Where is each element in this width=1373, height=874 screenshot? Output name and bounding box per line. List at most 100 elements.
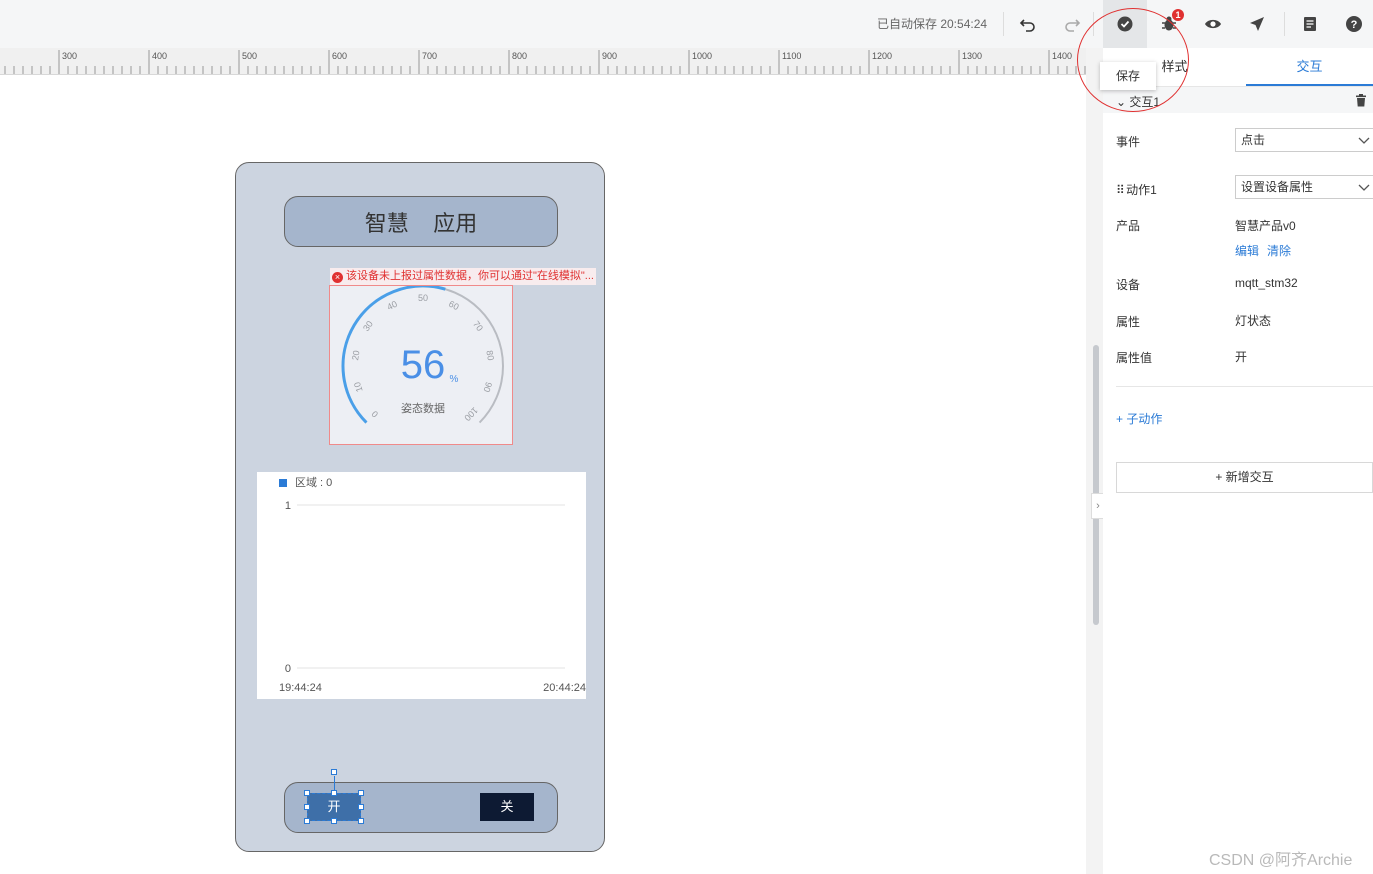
preview-eye-icon: [1205, 19, 1221, 29]
resize-handle-e[interactable]: [358, 804, 364, 810]
preview-button[interactable]: [1201, 12, 1225, 36]
event-select[interactable]: 点击: [1235, 128, 1373, 152]
toolbar-divider: [1284, 12, 1285, 36]
rotate-handle[interactable]: [331, 769, 337, 775]
line-chart: 区域 : 0 1 0 19:44:24 20:44:24: [279, 476, 586, 694]
device-warning-text: 该设备未上报过属性数据，你可以通过"在线模拟"...: [346, 270, 594, 282]
gauge-value: 56: [401, 343, 446, 387]
add-interaction-button[interactable]: + 新增交互: [1116, 462, 1373, 493]
resize-handle-s[interactable]: [331, 818, 337, 824]
save-tooltip: 保存: [1100, 62, 1156, 90]
legend-label: 区域 : 0: [295, 476, 332, 489]
gauge-tick-label: 10: [352, 381, 365, 394]
device-label: 设备: [1116, 278, 1141, 292]
ruler-label: 500: [242, 51, 257, 61]
ruler-label: 800: [512, 51, 527, 61]
error-icon: ×: [332, 272, 343, 283]
off-button[interactable]: 关: [480, 793, 534, 821]
product-label: 产品: [1116, 219, 1141, 233]
publish-send-icon: [1250, 17, 1264, 31]
undo-button[interactable]: [1016, 12, 1040, 36]
chevron-down-icon: [1358, 137, 1370, 144]
attribute-value-value: 开: [1235, 350, 1248, 364]
undo-icon: [1019, 19, 1035, 32]
page-title-box[interactable]: 智慧 应用: [284, 196, 558, 247]
action-label[interactable]: ⠿ 动作1: [1116, 181, 1157, 198]
ruler-label: 700: [422, 51, 437, 61]
resize-handle-n[interactable]: [331, 790, 337, 796]
resize-handle-sw[interactable]: [304, 818, 310, 824]
gauge-tick-label: 0: [370, 409, 381, 420]
ruler-label: 1100: [782, 51, 801, 61]
device-value: mqtt_stm32: [1235, 276, 1298, 290]
ruler-label: 600: [332, 51, 347, 61]
help-icon: ?: [1346, 16, 1362, 32]
y-tick-label: 1: [285, 500, 291, 512]
gauge-tick-label: 80: [484, 350, 495, 361]
product-value: 智慧产品v0: [1235, 219, 1296, 233]
ruler-label: 900: [602, 51, 617, 61]
ruler-label: 300: [62, 51, 77, 61]
action-label-text: 动作1: [1126, 183, 1157, 197]
toolbar-divider: [1093, 12, 1094, 36]
event-label: 事件: [1116, 135, 1141, 149]
panel-divider: [1116, 386, 1373, 387]
autosave-status: 已自动保存 20:54:24: [877, 17, 988, 31]
save-check-icon: [1117, 16, 1133, 32]
resize-handle-ne[interactable]: [358, 790, 364, 796]
resize-handle-w[interactable]: [304, 804, 310, 810]
svg-text:?: ?: [1351, 19, 1358, 31]
gauge-tick-label: 100: [462, 405, 480, 423]
help-button[interactable]: ?: [1342, 12, 1366, 36]
gauge-label: 姿态数据: [401, 401, 445, 415]
canvas-scrollbar[interactable]: [1093, 345, 1099, 625]
gauge-unit: %: [450, 374, 459, 385]
gauge-widget[interactable]: 0 10 20 30 40 50 60 70 80 90 100 56% 姿态数据: [329, 285, 513, 445]
resize-handle-nw[interactable]: [304, 790, 310, 796]
ruler-scale: 300 400 500 600 700 800 900 1000 1100 1200 1300 140…: [4, 50, 1086, 74]
redo-icon: [1065, 19, 1081, 32]
top-toolbar: 已自动保存 20:54:24 1 ?: [0, 0, 1373, 48]
document-button[interactable]: [1298, 12, 1322, 36]
redo-button[interactable]: [1060, 12, 1084, 36]
gauge-tick-label: 90: [481, 381, 494, 394]
event-select-value: 点击: [1241, 133, 1266, 147]
on-button[interactable]: 开: [307, 793, 361, 821]
gauge-tick-label: 40: [385, 299, 398, 312]
doc-icon: [1304, 17, 1316, 31]
debug-count-badge: 1: [1172, 9, 1184, 21]
chevron-down-icon: [1358, 184, 1370, 191]
ruler-label: 1000: [692, 51, 712, 61]
drag-handle-icon[interactable]: ⠿: [1116, 183, 1126, 197]
y-tick-label: 0: [285, 663, 291, 675]
chevron-down-icon: ⌄: [1116, 95, 1130, 109]
save-button[interactable]: [1113, 12, 1137, 36]
gauge-tick-label: 60: [447, 299, 460, 312]
ruler-label: 400: [152, 51, 167, 61]
attribute-value: 灯状态: [1235, 314, 1272, 328]
interaction-title-text: 交互1: [1129, 95, 1161, 109]
attribute-value-label: 属性值: [1116, 351, 1153, 365]
tab-interaction[interactable]: 交互: [1246, 48, 1373, 86]
x-tick-label: 20:44:24: [543, 682, 586, 694]
add-sub-action-link[interactable]: + 子动作: [1116, 410, 1162, 427]
interaction-group-title[interactable]: ⌄ 交互1: [1116, 93, 1160, 110]
action-select-value: 设置设备属性: [1241, 180, 1314, 194]
properties-panel: [1103, 48, 1373, 874]
trash-icon[interactable]: [1355, 94, 1367, 107]
action-select[interactable]: 设置设备属性: [1235, 175, 1373, 199]
gauge-tick-label: 30: [361, 319, 375, 333]
edit-product-link[interactable]: 编辑: [1235, 242, 1259, 259]
ruler-label: 1400: [1052, 51, 1072, 61]
ruler-label: 1200: [872, 51, 892, 61]
line-chart-widget[interactable]: 区域 : 0 1 0 19:44:24 20:44:24: [257, 472, 586, 699]
toolbar-divider: [1003, 12, 1004, 36]
gauge-tick-label: 70: [471, 319, 485, 333]
gauge-tick-label: 50: [418, 293, 428, 303]
resize-handle-se[interactable]: [358, 818, 364, 824]
attribute-label: 属性: [1116, 315, 1141, 329]
publish-button[interactable]: [1245, 12, 1269, 36]
clear-product-link[interactable]: 清除: [1267, 242, 1291, 259]
watermark: CSDN @阿齐Archie: [1209, 852, 1353, 869]
device-warning: × 该设备未上报过属性数据，你可以通过"在线模拟"...: [330, 268, 596, 285]
